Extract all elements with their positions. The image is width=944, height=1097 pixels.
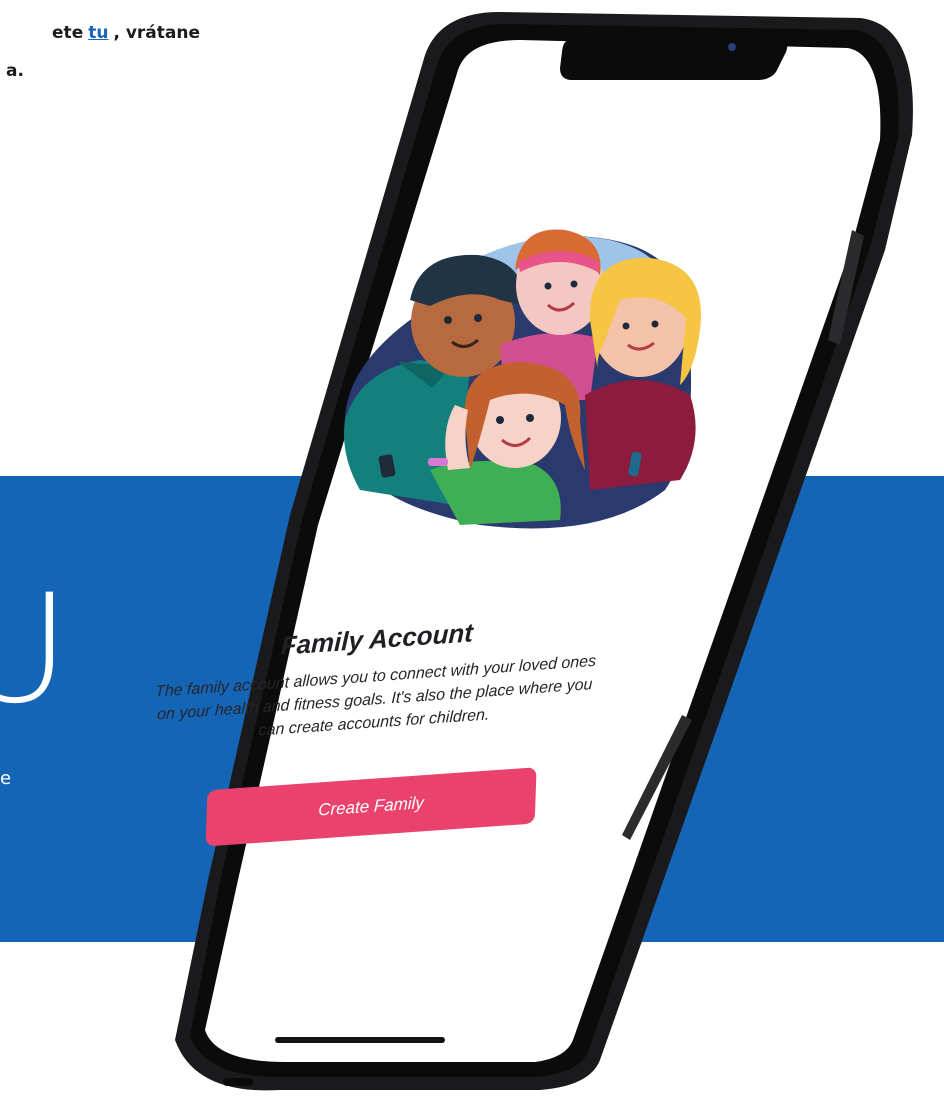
- phone-notch: [560, 40, 788, 80]
- girl-top-eye-left: [544, 282, 552, 290]
- girl-top-eye-right: [570, 280, 578, 288]
- man-eye-right: [474, 314, 482, 322]
- family-account-card: Family Account The family account allows…: [141, 608, 607, 851]
- charging-port: [223, 1078, 253, 1086]
- front-girl-eye-left: [496, 416, 504, 424]
- blond-woman-body: [585, 380, 696, 490]
- phone-mockup: [175, 12, 913, 1091]
- front-girl-band: [428, 458, 448, 466]
- blond-woman-eye-right: [651, 320, 659, 328]
- camera-icon: [728, 43, 736, 51]
- front-girl-eye-right: [526, 414, 534, 422]
- blond-woman-eye-left: [622, 322, 630, 330]
- man-eye-left: [444, 316, 452, 324]
